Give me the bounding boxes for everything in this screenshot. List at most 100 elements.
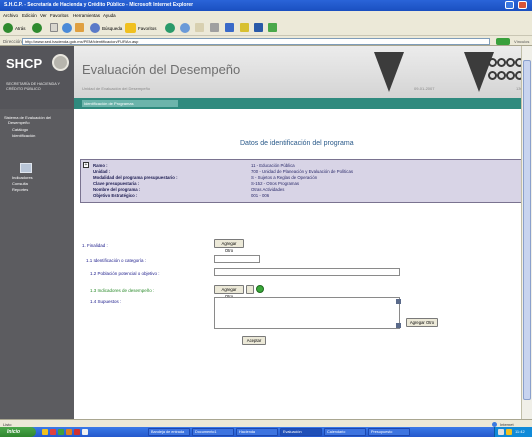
- help-icon[interactable]: [256, 285, 264, 293]
- media-icon[interactable]: [165, 23, 175, 33]
- search-icon[interactable]: [90, 23, 100, 33]
- taskbar-item[interactable]: Evaluación: [280, 428, 322, 436]
- sidebar-item-reports[interactable]: Reportes: [12, 187, 28, 192]
- main-content: Datos de identificación del programa + R…: [74, 113, 522, 419]
- search-label[interactable]: Búsqueda: [102, 26, 122, 31]
- breadcrumb[interactable]: Identificación de Programas: [82, 100, 178, 107]
- tray-icon[interactable]: [506, 429, 512, 435]
- assumptions-label: 1.4 Supuestos :: [90, 299, 122, 304]
- taskbar-item[interactable]: Documento1: [192, 428, 234, 436]
- taskbar-item[interactable]: Presupuesto: [368, 428, 410, 436]
- sidebar-item-performance[interactable]: Desempeño: [8, 120, 30, 125]
- accept-button[interactable]: Aceptar: [242, 336, 266, 345]
- indicator-go-button[interactable]: [246, 285, 254, 294]
- add-indicator-button[interactable]: Agregar Otro: [214, 285, 244, 299]
- menu-file[interactable]: Archivo: [3, 13, 18, 18]
- taskbar-item[interactable]: Calendario: [324, 428, 366, 436]
- info-value: 700 - Unidad de Planeación y Evaluación …: [251, 169, 353, 174]
- header-band: Evaluación del Desempeño Unidad de Evalu…: [74, 46, 532, 98]
- taskbar-item[interactable]: Hacienda: [236, 428, 278, 436]
- info-value: 001 - 006: [251, 193, 270, 198]
- favorites-icon[interactable]: [125, 23, 136, 33]
- scrollbar-thumb[interactable]: [523, 60, 531, 400]
- header-date: 09-01-2007: [414, 86, 435, 91]
- info-value: S-152 - Otros Programas: [251, 181, 299, 186]
- quick-launch-icon[interactable]: [58, 429, 64, 435]
- menu-edit[interactable]: Edición: [22, 13, 37, 18]
- circle-icon: [488, 71, 497, 80]
- circle-icon: [488, 58, 497, 67]
- quick-launch-icon[interactable]: [74, 429, 80, 435]
- history-icon[interactable]: [180, 23, 190, 33]
- sidebar: Sistema de Evaluación del Desempeño Catá…: [0, 109, 74, 419]
- globe-icon: [492, 421, 497, 427]
- refresh-icon[interactable]: [62, 23, 72, 33]
- page-header: SHCP SECRETARÍA DE HACIENDA Y CRÉDITO PÚ…: [0, 46, 532, 113]
- assumptions-textarea[interactable]: [214, 297, 400, 329]
- sidebar-item-query[interactable]: Consulta: [12, 181, 28, 186]
- page-scrollbar[interactable]: [521, 46, 532, 419]
- textarea-scroll-down-icon[interactable]: [396, 323, 401, 328]
- add-assumption-button[interactable]: Agregar Otro: [406, 318, 438, 327]
- edit-icon[interactable]: [225, 23, 234, 32]
- info-key: Objetivo Estratégico :: [93, 193, 138, 198]
- address-bar: Dirección http://www.sed.hacienda.gob.mx…: [0, 36, 532, 46]
- info-key: Unidad :: [93, 169, 111, 174]
- stop-icon[interactable]: [50, 23, 58, 32]
- menu-help[interactable]: Ayuda: [103, 13, 116, 18]
- status-text: Listo: [3, 421, 12, 427]
- info-key: Modalidad del programa presupuestario :: [93, 175, 178, 180]
- taskbar: Inicio Bandeja de entrada Documento1 Hac…: [0, 427, 532, 437]
- go-button[interactable]: [496, 37, 510, 45]
- minimize-button[interactable]: [505, 1, 514, 9]
- browser-toolbar: Atrás Búsqueda Favoritos: [0, 20, 532, 36]
- info-key: Ramo :: [93, 163, 108, 168]
- expand-icon[interactable]: +: [83, 162, 89, 168]
- address-label: Dirección: [3, 38, 22, 44]
- shcp-logo-box: SHCP SECRETARÍA DE HACIENDA Y CRÉDITO PÚ…: [0, 46, 74, 109]
- circle-icon: [497, 71, 506, 80]
- textarea-scroll-up-icon[interactable]: [396, 299, 401, 304]
- sidebar-thumbnail-icon[interactable]: [20, 163, 32, 173]
- circle-icon: [506, 71, 515, 80]
- add-finality-button[interactable]: Agregar Otro: [214, 239, 244, 253]
- quick-launch-icon[interactable]: [82, 429, 88, 435]
- messenger-icon[interactable]: [254, 23, 263, 32]
- taskbar-item[interactable]: Bandeja de entrada: [148, 428, 190, 436]
- extra-icon[interactable]: [268, 23, 277, 32]
- status-zone: Internet: [500, 421, 514, 427]
- forward-icon[interactable]: [32, 23, 42, 33]
- close-button[interactable]: [518, 1, 527, 9]
- population-input[interactable]: [214, 268, 400, 276]
- menu-favorites[interactable]: Favoritos: [50, 13, 69, 18]
- back-label[interactable]: Atrás: [15, 26, 26, 31]
- address-input[interactable]: http://www.sed.hacienda.gob.mx/PEM/ident…: [22, 37, 490, 45]
- menu-bar: Archivo Edición Ver Favoritos Herramient…: [0, 11, 532, 20]
- mail-icon[interactable]: [195, 23, 204, 32]
- clock: 11:42: [515, 429, 525, 434]
- quick-launch-icon[interactable]: [66, 429, 72, 435]
- home-icon[interactable]: [75, 23, 84, 32]
- start-button[interactable]: Inicio: [0, 427, 36, 437]
- sidebar-item-identification[interactable]: Identificación: [12, 133, 35, 138]
- indicators-label: 1.3 Indicadores de desempeño :: [90, 288, 155, 293]
- program-info-box: + Ramo : 11 - Educación Pública Unidad :…: [80, 159, 522, 203]
- print-icon[interactable]: [210, 23, 219, 32]
- tray-icon[interactable]: [498, 429, 504, 435]
- circle-icon: [506, 58, 515, 67]
- links-label[interactable]: Vínculos: [514, 39, 529, 44]
- finality-label: 1. Finalidad :: [82, 243, 108, 248]
- sidebar-item-indicators[interactable]: Indicadores: [12, 175, 33, 180]
- favorites-label[interactable]: Favoritos: [138, 26, 157, 31]
- sidebar-item-catalog[interactable]: Catálogo: [12, 127, 28, 132]
- category-input[interactable]: [214, 255, 260, 263]
- back-icon[interactable]: [3, 23, 13, 33]
- quick-launch-icon[interactable]: [42, 429, 48, 435]
- page-title: Datos de identificación del programa: [240, 140, 354, 147]
- menu-tools[interactable]: Herramientas: [73, 13, 100, 18]
- info-key: Nombre del programa :: [93, 187, 141, 192]
- quick-launch-icon[interactable]: [50, 429, 56, 435]
- folder-icon[interactable]: [240, 23, 249, 32]
- menu-view[interactable]: Ver: [40, 13, 47, 18]
- population-label: 1.2 Población potencial o objetivo :: [90, 271, 160, 276]
